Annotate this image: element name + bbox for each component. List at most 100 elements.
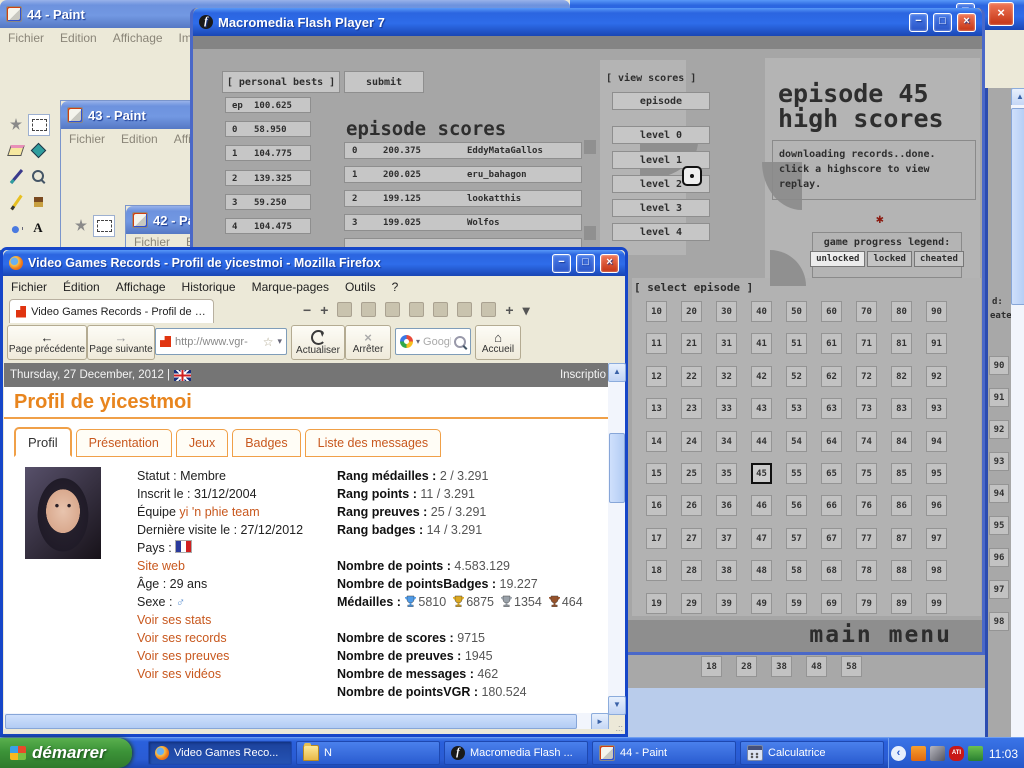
close-button[interactable]: × — [988, 2, 1014, 26]
episode-cell-59[interactable]: 59 — [786, 593, 807, 614]
maximize-button[interactable]: □ — [576, 254, 595, 273]
cut-icon[interactable] — [361, 302, 376, 317]
ati-tray-icon[interactable]: ATI — [949, 746, 964, 761]
scrollbar-thumb[interactable] — [609, 433, 625, 503]
episode-cell-47[interactable]: 47 — [751, 528, 772, 549]
episode-cell-50[interactable]: 50 — [786, 301, 807, 322]
episode-cell-20[interactable]: 20 — [681, 301, 702, 322]
personal-best-row[interactable]: 058.950 — [225, 121, 311, 137]
episode-cell-74[interactable]: 74 — [856, 431, 877, 452]
personal-best-row[interactable]: ep100.625 — [225, 97, 311, 113]
episode-cell-94[interactable]: 94 — [926, 431, 947, 452]
plus-icon[interactable]: + — [320, 303, 328, 317]
delete-icon[interactable] — [337, 302, 352, 317]
episode-cell-85[interactable]: 85 — [891, 463, 912, 484]
personal-best-row[interactable]: 359.250 — [225, 194, 311, 210]
tab-jeux[interactable]: Jeux — [176, 429, 228, 457]
episode-cell-69[interactable]: 69 — [821, 593, 842, 614]
episode-cell-17[interactable]: 17 — [646, 528, 667, 549]
episode-cell-42[interactable]: 42 — [751, 366, 772, 387]
copy-icon[interactable] — [385, 302, 400, 317]
forward-button[interactable]: → Page suivante — [87, 325, 155, 360]
episode-cell-61[interactable]: 61 — [821, 333, 842, 354]
profile-link[interactable]: Site web — [137, 559, 185, 573]
episode-cell-64[interactable]: 64 — [821, 431, 842, 452]
close-button[interactable]: × — [600, 254, 619, 273]
orange-app-tray-icon[interactable] — [911, 746, 926, 761]
scrollbar-thumb[interactable] — [5, 714, 577, 729]
episode-cell-83[interactable]: 83 — [891, 398, 912, 419]
episode-cell-37[interactable]: 37 — [716, 528, 737, 549]
loading-icon[interactable] — [409, 302, 424, 317]
episode-cell-70[interactable]: 70 — [856, 301, 877, 322]
home-button[interactable]: ⌂ Accueil — [475, 325, 521, 360]
tab-badges[interactable]: Badges — [232, 429, 300, 457]
episode-cell-53[interactable]: 53 — [786, 398, 807, 419]
episode-cell-19[interactable]: 19 — [646, 593, 667, 614]
menu-affichage[interactable]: Affichage — [116, 280, 166, 294]
menu-outils[interactable]: Outils — [345, 280, 376, 294]
history-icon[interactable] — [457, 302, 472, 317]
menu-historique[interactable]: Historique — [182, 280, 236, 294]
episode-cell-35[interactable]: 35 — [716, 463, 737, 484]
episode-cell-88[interactable]: 88 — [891, 560, 912, 581]
episode-cell-40[interactable]: 40 — [751, 301, 772, 322]
scrollbar-thumb[interactable] — [1011, 108, 1024, 305]
episode-cell-60[interactable]: 60 — [821, 301, 842, 322]
clock[interactable]: 11:03 — [989, 747, 1018, 761]
episode-cell-71[interactable]: 71 — [856, 333, 877, 354]
episode-cell-55[interactable]: 55 — [786, 463, 807, 484]
episode-cell-45[interactable]: 45 — [751, 463, 772, 484]
list-scroll-down[interactable] — [584, 226, 596, 240]
horizontal-scrollbar[interactable]: ► — [4, 713, 608, 729]
episode-cell-72[interactable]: 72 — [856, 366, 877, 387]
tab-liste-des-messages[interactable]: Liste des messages — [305, 429, 441, 457]
tab-profil[interactable]: Profil — [14, 427, 72, 457]
episode-cell-44[interactable]: 44 — [751, 431, 772, 452]
episode-cell-33[interactable]: 33 — [716, 398, 737, 419]
browser-tab[interactable]: Video Games Records - Profil de yicestmo… — [9, 299, 214, 323]
updates-tray-icon[interactable] — [968, 746, 983, 761]
episode-cell-63[interactable]: 63 — [821, 398, 842, 419]
maximize-button[interactable]: □ — [933, 13, 952, 32]
episode-cell-90[interactable]: 90 — [926, 301, 947, 322]
episode-cell-56[interactable]: 56 — [786, 495, 807, 516]
episode-cell-65[interactable]: 65 — [821, 463, 842, 484]
search-dropdown-icon[interactable]: ▾ — [416, 337, 420, 346]
profile-link[interactable]: Voir ses records — [137, 631, 227, 645]
personal-best-row[interactable]: 1104.775 — [225, 145, 311, 161]
episode-cell-92[interactable]: 92 — [926, 366, 947, 387]
print-icon[interactable] — [481, 302, 496, 317]
episode-cell-79[interactable]: 79 — [856, 593, 877, 614]
episode-cell-31[interactable]: 31 — [716, 333, 737, 354]
stop-button[interactable]: × Arrêter — [345, 325, 391, 360]
episode-cell-89[interactable]: 89 — [891, 593, 912, 614]
menu--dition[interactable]: Édition — [63, 280, 100, 294]
episode-cell-24[interactable]: 24 — [681, 431, 702, 452]
episode-cell-91[interactable]: 91 — [926, 333, 947, 354]
new-window-icon[interactable] — [433, 302, 448, 317]
close-button[interactable]: × — [957, 13, 976, 32]
team-link[interactable]: yi 'n phie team — [179, 505, 259, 519]
episode-cell-76[interactable]: 76 — [856, 495, 877, 516]
episode-score-row[interactable]: 2199.125lookatthis — [344, 190, 582, 207]
episode-cell-75[interactable]: 75 — [856, 463, 877, 484]
list-scroll-up[interactable] — [584, 140, 596, 154]
minus-icon[interactable]: − — [303, 303, 311, 317]
episode-cell-36[interactable]: 36 — [716, 495, 737, 516]
view-level-4-button[interactable]: level 4 — [612, 223, 710, 241]
minimize-button[interactable]: − — [909, 13, 928, 32]
episode-cell-96[interactable]: 96 — [926, 495, 947, 516]
vertical-scrollbar[interactable]: ▲ ▼ — [608, 363, 625, 713]
uk-flag-icon[interactable] — [174, 370, 191, 381]
episode-cell-93[interactable]: 93 — [926, 398, 947, 419]
view-level-0-button[interactable]: level 0 — [612, 126, 710, 144]
episode-score-row[interactable]: 3199.025Wolfos — [344, 214, 582, 231]
episode-cell-78[interactable]: 78 — [856, 560, 877, 581]
url-dropdown-icon[interactable]: ▾ — [277, 336, 282, 347]
episode-cell-23[interactable]: 23 — [681, 398, 702, 419]
submit-button[interactable]: submit — [344, 71, 424, 93]
scroll-down-button[interactable]: ▼ — [608, 696, 626, 715]
episode-cell-80[interactable]: 80 — [891, 301, 912, 322]
personal-best-row[interactable]: 2139.325 — [225, 170, 311, 186]
